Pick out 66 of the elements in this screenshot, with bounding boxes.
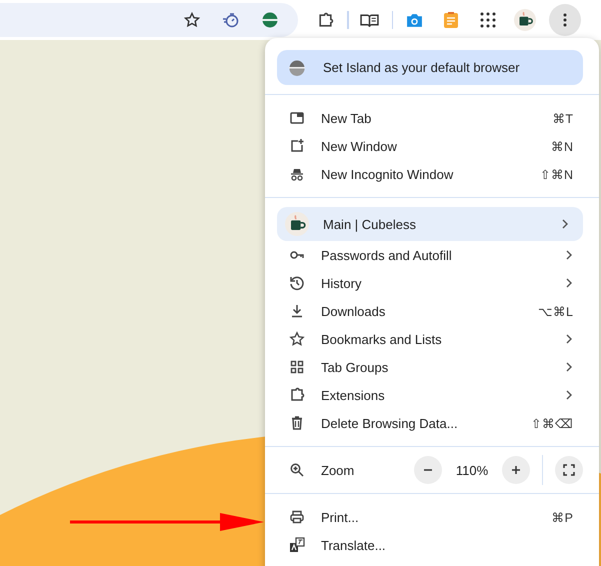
incognito-icon: [289, 166, 305, 182]
menu-item-label: New Tab: [321, 110, 372, 126]
address-bar[interactable]: [0, 3, 298, 37]
new-window-icon: [289, 138, 305, 154]
menu-item-label: Print...: [321, 510, 360, 524]
menu-item[interactable]: New Tab ⌘T: [265, 104, 599, 132]
menu-item[interactable]: New Incognito Window ⇧⌘N: [265, 160, 599, 188]
puzzle-icon: [289, 387, 305, 403]
zoom-value: 110%: [454, 462, 490, 478]
shortcut: ⌘N: [550, 138, 573, 154]
menu-item[interactable]: History: [265, 269, 599, 297]
puzzle-icon: [316, 12, 334, 28]
dots-grid-icon: [480, 12, 496, 28]
tab-icon: [289, 110, 305, 126]
menu-item-label: Translate...: [321, 538, 387, 552]
menu-item[interactable]: Extensions: [265, 381, 599, 409]
menu-item-label: Bookmarks and Lists: [321, 332, 443, 346]
menu-item-label: History: [321, 276, 362, 290]
menu-button[interactable]: [549, 4, 581, 36]
menu-item[interactable]: Tab Groups: [265, 353, 599, 381]
zoom-in-button[interactable]: [502, 456, 530, 484]
shortcut: ⇧⌘N: [540, 166, 573, 182]
shortcut: ⇧⌘⌫: [531, 416, 573, 430]
avatar-icon: [285, 212, 309, 236]
menu-item-label: Extensions: [321, 388, 386, 402]
menu-item-label: Delete Browsing Data...: [321, 416, 459, 430]
extension-icon[interactable]: [262, 12, 278, 28]
trash-icon: [289, 415, 305, 431]
profile-item[interactable]: Main | Cubeless: [277, 207, 583, 241]
fullscreen-button[interactable]: [555, 456, 583, 484]
menu-item[interactable]: Print... ⌘P: [265, 503, 599, 531]
plus-icon: [511, 465, 521, 475]
fullscreen-icon: [563, 464, 575, 476]
star-icon[interactable]: [184, 12, 200, 28]
zoom-out-button[interactable]: [414, 456, 442, 484]
menu-item[interactable]: Downloads ⌥⌘L: [265, 297, 599, 325]
grid-icon: [289, 359, 305, 375]
history-icon: [289, 275, 305, 291]
island-icon: [289, 60, 305, 76]
download-icon: [289, 303, 305, 319]
shortcut: ⌘P: [552, 510, 573, 524]
more-icon: [563, 13, 567, 27]
shortcut: ⌥⌘L: [538, 304, 573, 318]
menu-item[interactable]: Bookmarks and Lists: [265, 325, 599, 353]
translate-icon: [289, 537, 305, 553]
zoom-icon: [289, 462, 305, 478]
camera-icon: [406, 12, 422, 28]
menu-item[interactable]: Translate...: [265, 531, 599, 559]
menu-item-label: Passwords and Autofill: [321, 248, 453, 262]
printer-icon: [289, 509, 305, 525]
notepad-icon: [444, 12, 458, 28]
menu-item-label: Tab Groups: [321, 360, 390, 374]
zoom-label: Zoom: [321, 462, 356, 478]
menu-item-label: Downloads: [321, 304, 386, 318]
default-browser-button[interactable]: Set Island as your default browser: [277, 50, 583, 85]
menu-item[interactable]: New Window ⌘N: [265, 132, 599, 160]
menu-item-label: New Incognito Window: [321, 166, 454, 182]
book-icon: [360, 12, 379, 28]
star-icon: [289, 331, 305, 347]
menu-item[interactable]: Delete Browsing Data... ⇧⌘⌫: [265, 409, 599, 437]
shortcut: ⌘T: [552, 110, 573, 126]
timer-icon[interactable]: [222, 12, 240, 28]
menu-item[interactable]: Passwords and Autofill: [265, 241, 599, 269]
profile-name: Main | Cubeless: [323, 216, 417, 232]
avatar-icon: [514, 9, 536, 31]
menu-item-label: New Window: [321, 138, 398, 154]
